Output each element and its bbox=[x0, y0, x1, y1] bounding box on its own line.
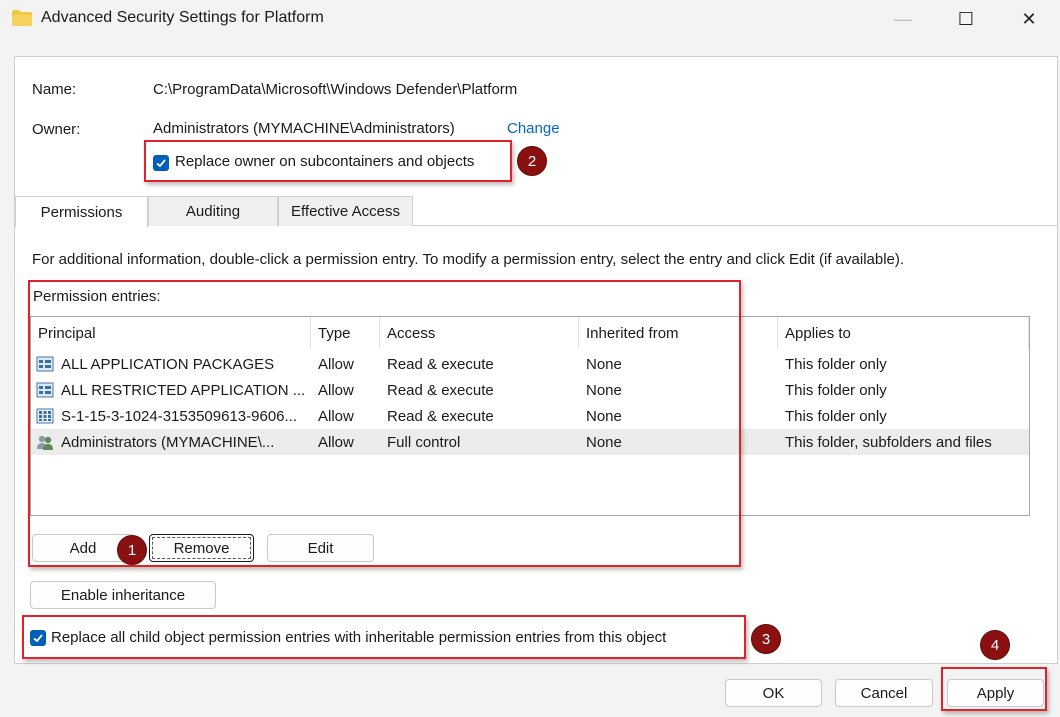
owner-label: Owner: bbox=[32, 121, 81, 138]
tab-effective-access[interactable]: Effective Access bbox=[278, 196, 413, 226]
annotation-box-2 bbox=[144, 140, 512, 182]
annotation-badge-3: 3 bbox=[751, 624, 781, 654]
minimize-button[interactable]: — bbox=[880, 0, 926, 38]
close-button[interactable]: ✕ bbox=[1006, 0, 1052, 38]
applies-cell: This folder only bbox=[785, 407, 887, 425]
folder-icon bbox=[12, 10, 32, 26]
cancel-button[interactable]: Cancel bbox=[835, 679, 933, 707]
applies-cell: This folder only bbox=[785, 381, 887, 399]
name-label: Name: bbox=[32, 81, 77, 98]
change-owner-link[interactable]: Change bbox=[507, 120, 560, 137]
column-header-applies-to[interactable]: Applies to bbox=[778, 317, 1029, 349]
window-title: Advanced Security Settings for Platform bbox=[41, 9, 324, 26]
annotation-badge-2: 2 bbox=[517, 146, 547, 176]
ok-button[interactable]: OK bbox=[725, 679, 822, 707]
annotation-box-3 bbox=[22, 615, 746, 659]
owner-value: Administrators (MYMACHINE\Administrators… bbox=[153, 120, 455, 137]
minimize-icon: — bbox=[894, 8, 912, 29]
annotation-badge-4: 4 bbox=[980, 630, 1010, 660]
name-value: C:\ProgramData\Microsoft\Windows Defende… bbox=[153, 81, 518, 98]
maximize-icon: ☐ bbox=[957, 8, 975, 29]
info-text: For additional information, double-click… bbox=[32, 251, 905, 268]
maximize-button[interactable]: ☐ bbox=[943, 0, 989, 38]
annotation-box-4 bbox=[941, 667, 1047, 711]
annotation-box-1 bbox=[28, 280, 741, 567]
applies-cell: This folder only bbox=[785, 355, 887, 373]
tab-permissions[interactable]: Permissions bbox=[15, 196, 148, 227]
enable-inheritance-button[interactable]: Enable inheritance bbox=[30, 581, 216, 609]
applies-cell: This folder, subfolders and files bbox=[785, 433, 992, 451]
close-icon: ✕ bbox=[1021, 8, 1037, 29]
tab-auditing[interactable]: Auditing bbox=[148, 196, 278, 226]
